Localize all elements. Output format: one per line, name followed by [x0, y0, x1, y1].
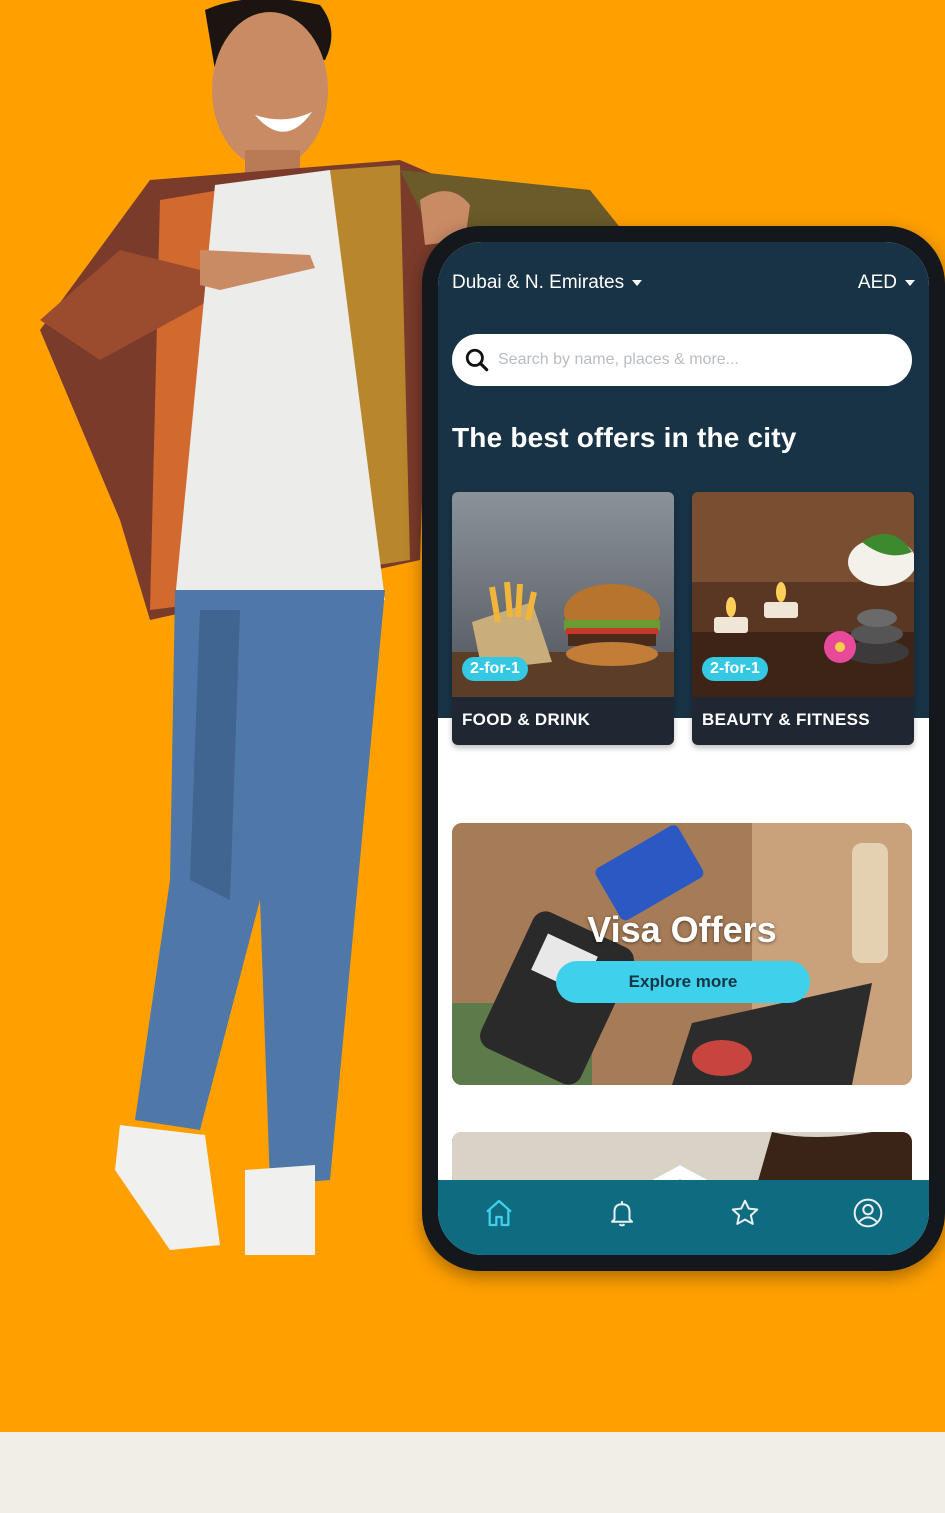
search-icon [465, 348, 489, 372]
currency-selector[interactable]: AED [858, 272, 915, 294]
location-selector[interactable]: Dubai & N. Emirates [452, 272, 643, 294]
visa-banner-title: Visa Offers [587, 909, 777, 950]
payment-terminal-image [452, 823, 912, 1085]
category-card-beauty-fitness[interactable]: 2-for-1 BEAUTY & FITNESS [692, 492, 914, 745]
tab-profile[interactable] [846, 1191, 890, 1235]
offer-badge: 2-for-1 [702, 657, 768, 681]
offer-badge: 2-for-1 [462, 657, 528, 681]
caret-down-icon [905, 280, 915, 286]
category-card-food-drink[interactable]: 2-for-1 FOOD & DRINK [452, 492, 674, 745]
tab-home[interactable] [477, 1191, 521, 1235]
phone-mockup: Dubai & N. Emirates AED The best offers … [422, 226, 945, 1271]
bell-icon [611, 1200, 634, 1226]
explore-more-button[interactable]: Explore more [556, 961, 810, 1003]
home-icon [486, 1199, 513, 1226]
category-label: BEAUTY & FITNESS [702, 710, 870, 729]
search-bar[interactable] [452, 334, 912, 386]
profile-icon [853, 1198, 882, 1227]
footer-strip [0, 1432, 945, 1513]
bottom-tab-bar [438, 1180, 929, 1255]
tab-favorites[interactable] [723, 1191, 767, 1235]
location-label: Dubai & N. Emirates [452, 272, 625, 293]
top-bar: Dubai & N. Emirates AED [452, 268, 915, 298]
visa-offers-banner[interactable]: Visa Offers Explore more [452, 823, 912, 1085]
app-screen: Dubai & N. Emirates AED The best offers … [438, 242, 929, 1255]
section-headline: The best offers in the city [452, 422, 797, 453]
currency-label: AED [857, 272, 897, 293]
star-icon [731, 1199, 759, 1225]
tab-notifications[interactable] [600, 1191, 644, 1235]
search-input[interactable] [498, 351, 878, 369]
caret-down-icon [632, 280, 643, 286]
category-label: FOOD & DRINK [462, 710, 591, 729]
promo-banner: Dubai & N. Emirates AED The best offers … [0, 0, 945, 1432]
